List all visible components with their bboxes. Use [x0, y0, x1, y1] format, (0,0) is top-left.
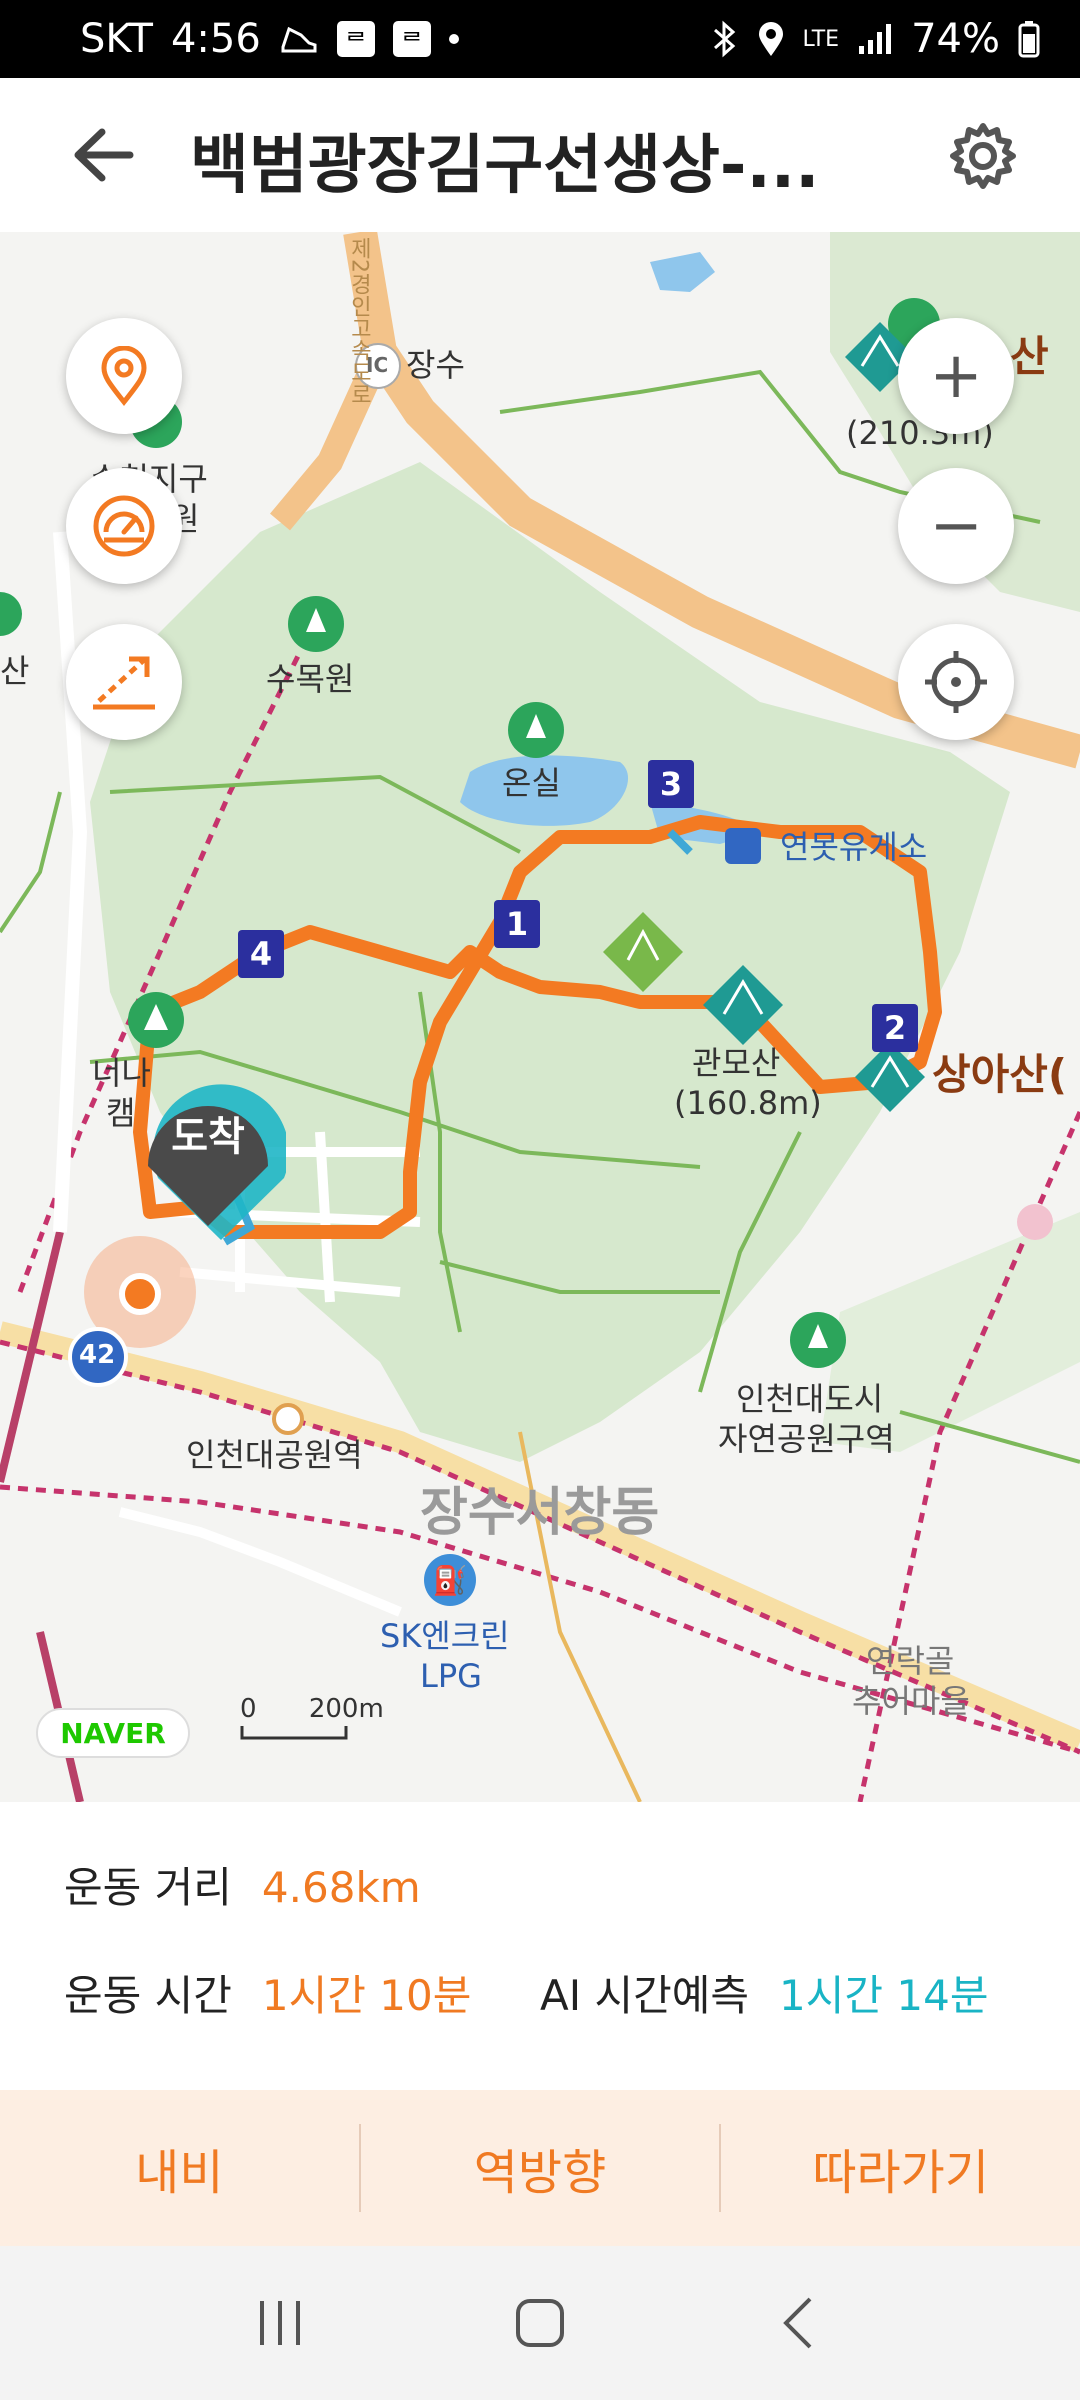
speedometer-icon: [93, 495, 155, 557]
network-type: LTE: [802, 26, 840, 52]
lake: [650, 252, 715, 292]
ai-estimate-row: AI 시간예측 1시간 14분: [540, 1962, 988, 2023]
location-pin-button[interactable]: [66, 318, 182, 434]
station-marker: [272, 1403, 304, 1435]
speedometer-button[interactable]: [66, 468, 182, 584]
gear-icon: [950, 123, 1016, 189]
map-label-gwanmosan-height: (160.8m): [674, 1084, 822, 1122]
time-label: 운동 시간: [64, 1971, 232, 2020]
zoom-out-button[interactable]: −: [898, 468, 1014, 584]
settings-button[interactable]: [945, 118, 1021, 194]
arrow-left-icon: [74, 128, 134, 182]
trail: [0, 791, 62, 934]
workout-summary-panel: 운동 거리 4.68km 운동 시간 1시간 10분 AI 시간예측 1시간 1…: [0, 1802, 1080, 2090]
map-label-road-name: 제2경인고속도로: [346, 237, 372, 405]
carrier-label: SKT: [80, 16, 153, 62]
shoe-icon: [281, 26, 317, 53]
system-nav-bar: [0, 2246, 1080, 2400]
time-row: 운동 시간 1시간 10분: [64, 1962, 471, 2023]
my-location-button[interactable]: [898, 624, 1014, 740]
forest-marker: [0, 592, 22, 636]
map-label-yeonrakgol-2: 추어마을: [852, 1682, 970, 1720]
cyclist-icon: [1017, 1204, 1053, 1240]
elevation-button[interactable]: [66, 624, 182, 740]
status-bar: SKT 4:56 ᄅ ᄅ LTE 74%: [0, 0, 1080, 78]
reverse-route-button[interactable]: 역방향: [361, 2090, 720, 2246]
map-label-sk-station-1: SK엔크린: [380, 1617, 510, 1655]
map-label-sumokwon: 수목원: [266, 660, 355, 698]
map-view[interactable]: IC 장수 제2경인고속도로 수천지구 원 산 수목원 온실 연못유게소 관모산…: [0, 232, 1080, 1802]
recent-apps-button[interactable]: [235, 2278, 325, 2368]
scale-zero: 0: [240, 1694, 257, 1724]
map-label-yeonrakgol-1: 연락골: [866, 1642, 955, 1680]
minus-icon: −: [929, 489, 983, 563]
system-back-button[interactable]: [755, 2278, 845, 2368]
elevation-icon: [93, 656, 155, 710]
battery-percent: 74%: [911, 16, 1000, 62]
waypoint-marker-1[interactable]: 1: [494, 900, 540, 948]
notification-icon: ᄅ: [336, 21, 375, 57]
map-label-jangsu-seochang: 장수서창동: [420, 1483, 660, 1543]
zoom-in-button[interactable]: +: [898, 318, 1014, 434]
map-label-rest-area: 연못유게소: [780, 828, 928, 866]
crosshair-icon: [925, 651, 987, 713]
navigation-button[interactable]: 내비: [0, 2090, 359, 2246]
map-label-sangasan: 상아산(: [932, 1050, 1068, 1099]
waypoint-marker-3[interactable]: 3: [648, 760, 694, 808]
map-label-road-42: 42: [79, 1340, 116, 1370]
map-label-incheon-park-1: 인천대도시: [736, 1380, 884, 1418]
arrival-marker[interactable]: 도착: [140, 1050, 289, 1250]
location-icon: [758, 22, 783, 56]
distance-row: 운동 거리 4.68km: [64, 1854, 421, 1915]
gas-station-icon: ⛽: [424, 1554, 476, 1606]
notification-icon: ᄅ: [392, 21, 431, 57]
restaurant-icon: [725, 828, 761, 864]
distance-label: 운동 거리: [64, 1863, 232, 1912]
road: [53, 531, 88, 1233]
map-label-incheon-park-2: 자연공원구역: [718, 1420, 895, 1458]
follow-route-button[interactable]: 따라가기: [721, 2090, 1080, 2246]
home-button[interactable]: [495, 2278, 585, 2368]
signal-icon: [859, 24, 892, 54]
map-label-peak-name: 산: [1010, 332, 1049, 381]
scale-value: 200m: [308, 1694, 384, 1724]
map-label-gwanmosan: 관모산: [692, 1044, 781, 1082]
battery-icon: [1018, 21, 1040, 58]
more-notifications-dot-icon: [448, 34, 459, 44]
plus-icon: +: [929, 339, 983, 413]
action-bar: 내비 역방향 따라가기: [0, 2090, 1080, 2246]
map-label-left-san: 산: [0, 652, 30, 690]
map-label-neoni-2: 캠: [106, 1094, 136, 1132]
distance-value: 4.68km: [261, 1863, 421, 1912]
map-label-sk-station-2: LPG: [420, 1657, 482, 1695]
map-label-onsil: 온실: [502, 764, 561, 802]
map-pin-icon: [101, 346, 147, 406]
ai-estimate-value: 1시간 14분: [779, 1971, 989, 2020]
app-header: 백범광장김구선생상-...: [0, 78, 1080, 232]
page-title: 백범광장김구선생상-...: [190, 129, 820, 203]
naver-logo: NAVER: [36, 1708, 190, 1758]
waypoint-marker-2[interactable]: 2: [872, 1004, 918, 1052]
map-label-park-station: 인천대공원역: [186, 1436, 363, 1474]
chevron-left-icon: [783, 2297, 812, 2349]
bluetooth-icon: [713, 20, 735, 58]
scale-bar: [240, 1726, 348, 1740]
time-value: 1시간 10분: [261, 1971, 472, 2020]
ai-estimate-label: AI 시간예측: [540, 1971, 750, 2020]
recent-apps-icon: [260, 2301, 300, 2345]
current-location-dot: [119, 1273, 161, 1315]
waypoint-marker-4[interactable]: 4: [238, 930, 284, 978]
clock: 4:56: [170, 16, 261, 62]
map-scale: 0 200m: [240, 1694, 384, 1740]
map-label-jangsu: 장수: [406, 346, 465, 384]
arrival-label: 도착: [171, 1114, 245, 1160]
home-icon: [516, 2299, 564, 2347]
back-button[interactable]: [68, 120, 148, 190]
